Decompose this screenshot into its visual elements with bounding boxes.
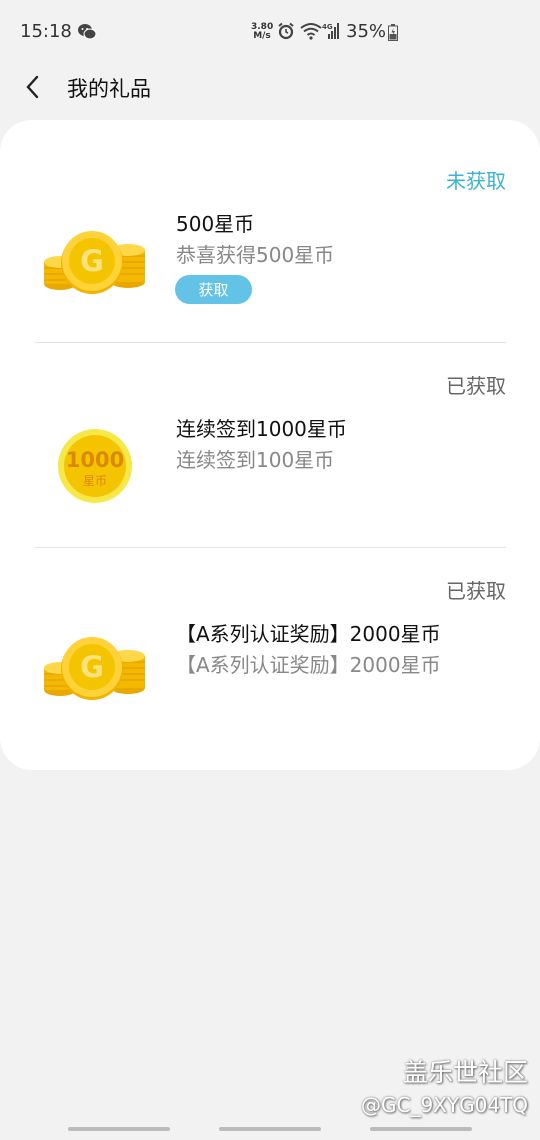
gift-list-card: 未获取 G 500星币 恭喜获得500星币 获取 已获取 1000 星币 连续签…: [0, 120, 540, 770]
gift-item: 未获取 G 500星币 恭喜获得500星币 获取: [0, 120, 540, 325]
wechat-icon: [78, 24, 97, 40]
gift-description: 【A系列认证奖励】2000星币: [176, 653, 441, 677]
gift-description: 连续签到100星币: [176, 448, 335, 472]
wifi-icon: [300, 23, 322, 40]
gift-title: 【A系列认证奖励】2000星币: [176, 622, 441, 646]
gold-g-coin-stack-icon: G: [44, 637, 145, 700]
user-id-watermark: @GC_9XYG04TQ: [360, 1093, 528, 1117]
status-bar: 15:18 3.80 M/s 4G 35%: [0, 0, 540, 64]
gift-description: 恭喜获得500星币: [176, 243, 335, 267]
page-title: 我的礼品: [67, 77, 151, 101]
gift-status: 未获取: [446, 169, 506, 193]
gift-title: 500星币: [176, 212, 255, 236]
gift-item: 已获取 1000 星币 连续签到1000星币 连续签到100星币: [0, 325, 540, 530]
svg-text:G: G: [80, 244, 104, 278]
coin-number: 1000: [66, 448, 124, 472]
signal-icon: 4G: [322, 23, 339, 39]
nav-home-handle[interactable]: [219, 1127, 321, 1131]
back-arrow-icon[interactable]: [20, 72, 44, 102]
app-header: 我的礼品: [0, 64, 540, 114]
community-watermark: 盖乐世社区: [402, 1058, 528, 1087]
battery-icon: [388, 24, 398, 41]
network-type-label: 4G: [322, 23, 333, 31]
net-speed: 3.80 M/s: [251, 23, 273, 41]
nav-back-handle[interactable]: [370, 1127, 472, 1131]
nav-recents-handle[interactable]: [68, 1127, 170, 1131]
net-speed-unit: M/s: [253, 31, 271, 41]
gift-status: 已获取: [446, 374, 506, 398]
gift-status: 已获取: [446, 579, 506, 603]
status-time: 15:18: [20, 21, 72, 42]
gold-g-coin-stack-icon: G: [44, 231, 145, 294]
gift-item: 已获取 G 【A系列认证奖励】2000星币 【A系列认证奖励】2000星币: [0, 530, 540, 735]
claim-button[interactable]: 获取: [175, 275, 252, 304]
battery-percent: 35%: [346, 21, 387, 42]
gift-title: 连续签到1000星币: [176, 417, 347, 441]
alarm-icon: [278, 22, 294, 40]
1000-star-coin-icon: 1000 星币: [58, 429, 132, 503]
svg-text:G: G: [80, 650, 104, 684]
coin-label: 星币: [83, 474, 107, 488]
